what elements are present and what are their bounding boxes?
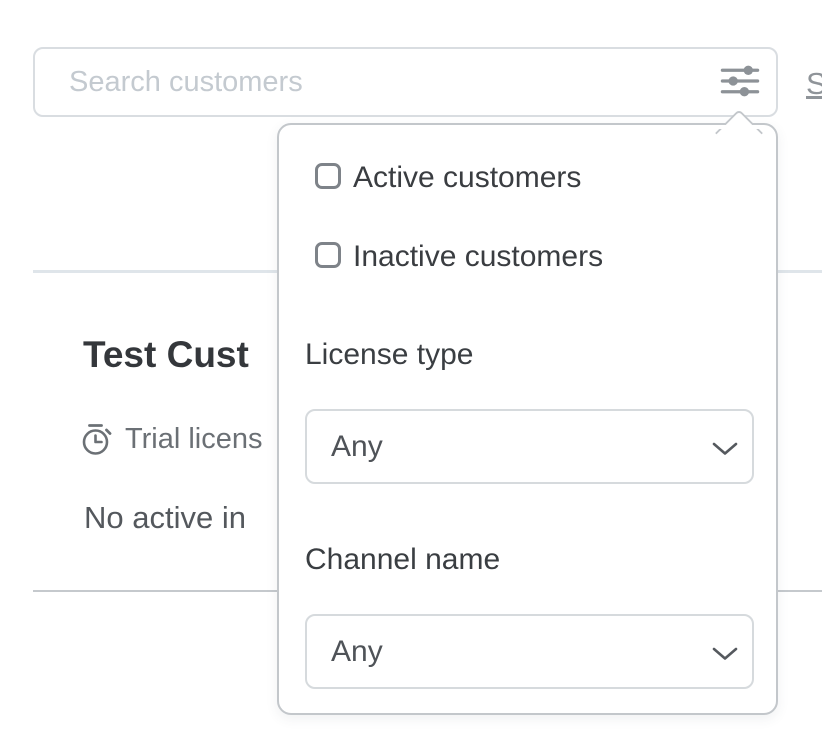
active-customers-checkbox[interactable] [315, 163, 341, 189]
checkbox-label: Inactive customers [353, 240, 603, 274]
channel-name-select[interactable]: Any [305, 614, 754, 689]
customer-status-text: No active in [84, 500, 246, 536]
checkbox-label: Active customers [353, 161, 581, 195]
license-type-select[interactable]: Any [305, 409, 754, 484]
filter-popover: Active customers Inactive customers Lice… [277, 123, 778, 715]
chevron-down-icon [712, 442, 738, 461]
top-right-link[interactable]: S [806, 66, 822, 102]
chevron-down-icon [712, 647, 738, 666]
search-input[interactable] [33, 47, 778, 117]
channel-name-label: Channel name [305, 543, 500, 577]
select-value: Any [331, 635, 383, 669]
filter-button[interactable] [714, 58, 766, 106]
active-customers-option[interactable]: Active customers [315, 161, 581, 195]
trial-timer-icon [80, 421, 114, 457]
license-row: Trial licens [80, 421, 263, 457]
select-value: Any [331, 430, 383, 464]
search-bar [33, 47, 778, 117]
inactive-customers-option[interactable]: Inactive customers [315, 240, 603, 274]
sliders-icon [720, 61, 760, 104]
inactive-customers-checkbox[interactable] [315, 242, 341, 268]
license-type-label: License type [305, 338, 473, 372]
customer-title: Test Cust [83, 334, 249, 376]
license-text: Trial licens [125, 423, 263, 456]
